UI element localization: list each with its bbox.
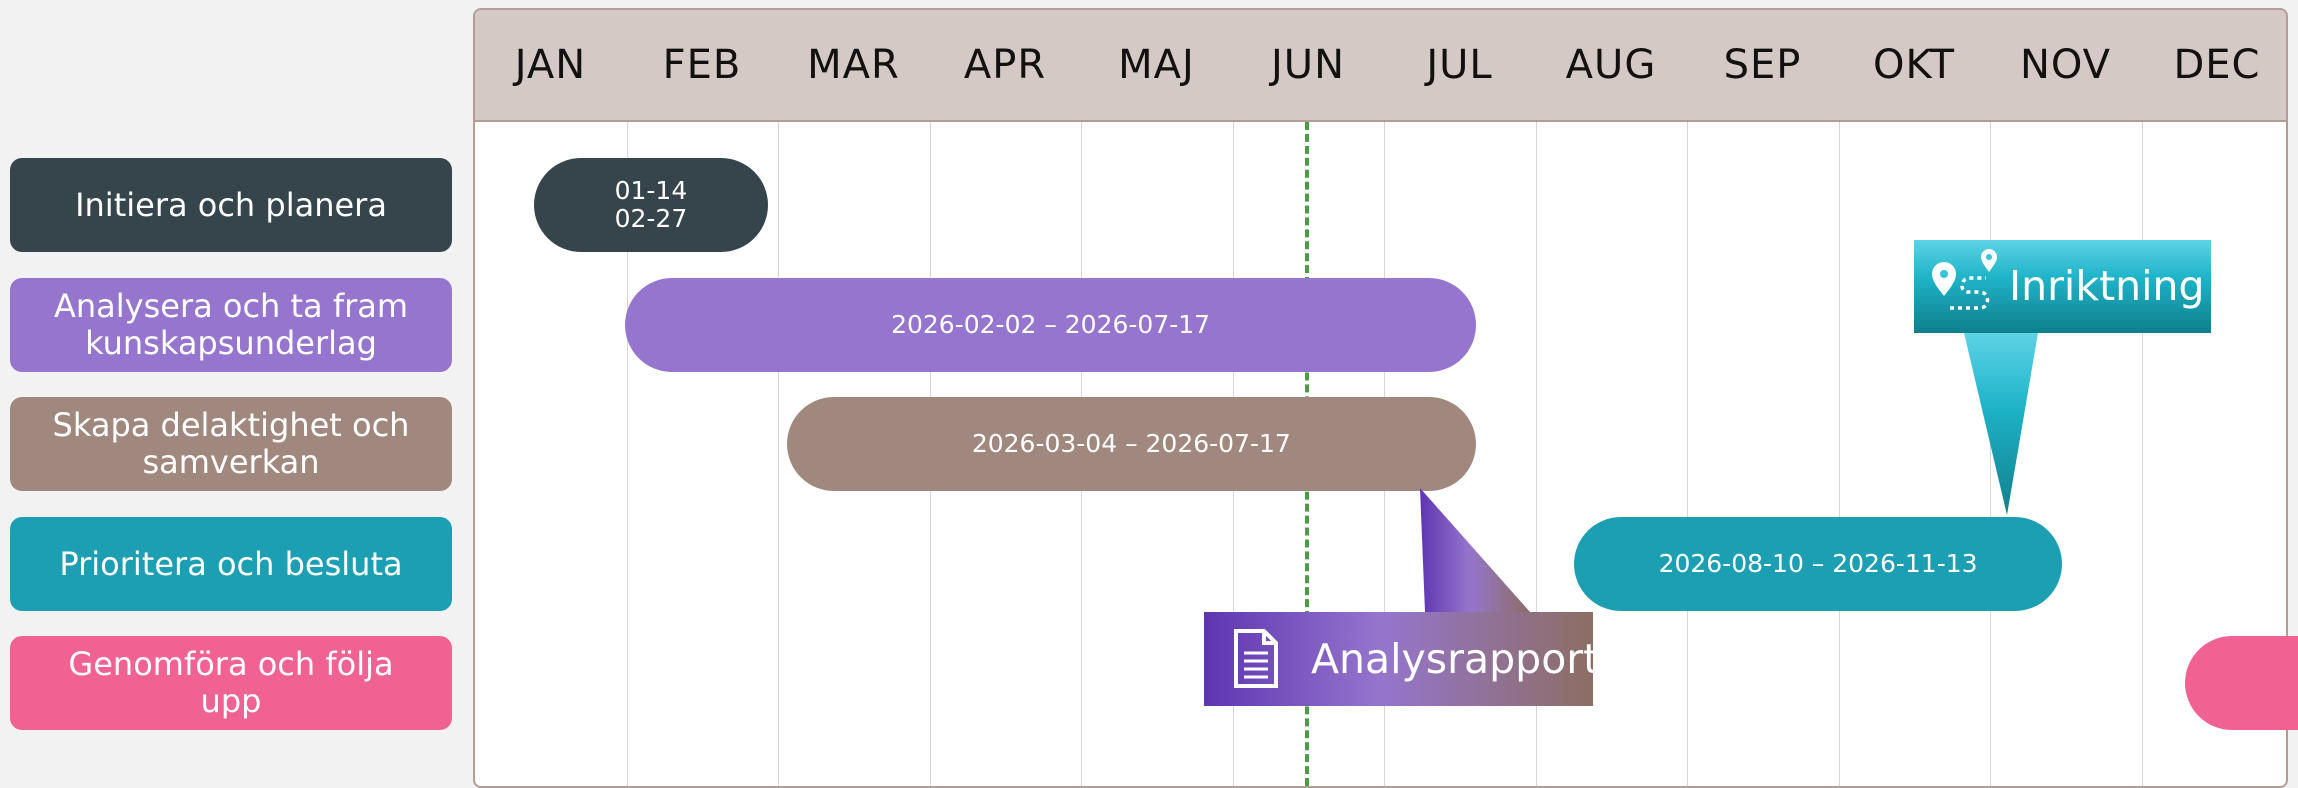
task-bar-skapa: 2026-03-04 – 2026-07-17	[786, 397, 1476, 491]
month-label-dec: DEC	[2173, 42, 2261, 88]
month-label-sep: SEP	[1723, 42, 1802, 88]
task-bar-prioritera: 2026-08-10 – 2026-11-13	[1574, 517, 2062, 611]
task-label-skapa: Skapa delaktighet och samverkan	[10, 397, 452, 491]
month-label-jul: JUL	[1426, 42, 1493, 88]
month-label-mar: MAR	[807, 42, 900, 88]
month-label-apr: APR	[963, 42, 1047, 88]
month-gridline	[1687, 122, 1688, 786]
callout-label-inriktning: Inriktning	[2009, 262, 2205, 310]
month-gridline	[1838, 122, 1840, 786]
month-gridline	[1535, 122, 1537, 786]
task-label-prioritera: Prioritera och besluta	[10, 517, 452, 611]
month-label-aug: AUG	[1565, 42, 1657, 88]
month-label-jan: JAN	[514, 42, 587, 88]
month-gridline	[1990, 122, 1991, 786]
task-label-initiera: Initiera och planera	[10, 158, 452, 252]
month-label-feb: FEB	[662, 42, 742, 88]
gantt-chart: Initiera och planera Analysera och ta fr…	[0, 0, 2298, 788]
task-label-genomfora: Genomföra och följa upp	[10, 636, 452, 730]
month-gridline	[778, 122, 779, 786]
month-label-nov: NOV	[2019, 42, 2112, 88]
task-label-analysera: Analysera och ta fram kunskapsunderlag	[10, 278, 452, 372]
month-header: JAN FEB MAR APR MAJ JUN JUL AUG SEP OKT NOV DEC	[475, 10, 2286, 122]
month-label-jun: JUN	[1271, 42, 1345, 88]
task-bar-genomfora	[2185, 636, 2298, 730]
task-bar-analysera: 2026-02-02 – 2026-07-17	[625, 278, 1476, 372]
callout-label-analysrapport: Analysrapport	[1311, 635, 1600, 683]
task-bar-initiera: 01-14 02-27	[533, 158, 769, 252]
month-gridline	[2141, 122, 2143, 786]
month-label-maj: MAJ	[1118, 42, 1195, 88]
month-label-okt: OKT	[1872, 42, 1956, 88]
